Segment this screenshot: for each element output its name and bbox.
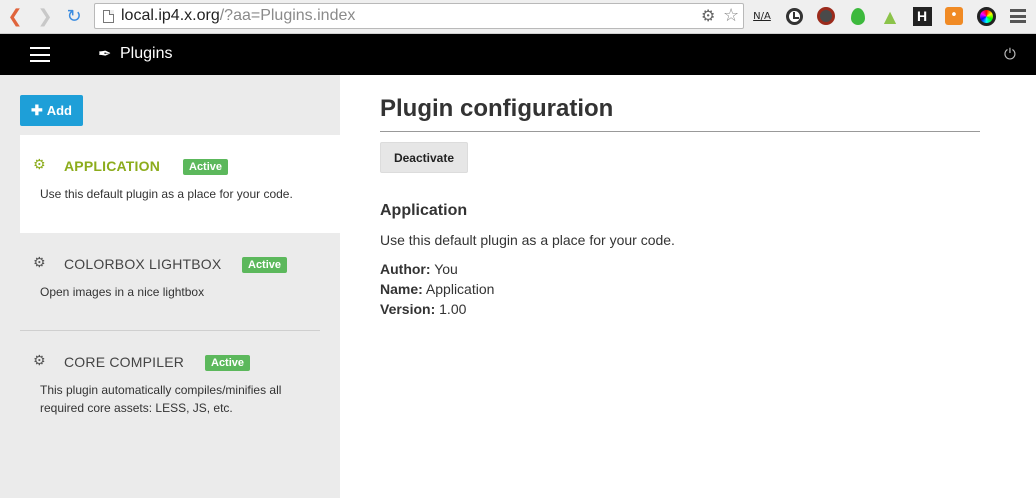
status-badge: Active (183, 159, 229, 175)
name-label: Name: (380, 281, 423, 297)
plugin-description: Open images in a nice lightbox (40, 285, 205, 299)
url-host: local.ip4.x.org (121, 7, 220, 24)
author-label: Author: (380, 261, 431, 277)
browser-toolbar: ❮ ❯ ↻ local.ip4.x.org/?aa=Plugins.index … (0, 0, 1036, 34)
status-badge: Active (242, 257, 288, 273)
plugin-description: Use this default plugin as a place for y… (40, 187, 293, 201)
page-icon (103, 10, 114, 23)
power-icon[interactable]: ⏻ (1004, 45, 1016, 63)
author-row: Author: You (380, 261, 458, 277)
author-value: You (434, 261, 458, 277)
gear-icon: ⚙ (33, 255, 46, 271)
plugin-description-line1: This plugin automatically compiles/minif… (40, 383, 282, 397)
plugin-description-line2: required core assets: LESS, JS, etc. (40, 401, 233, 415)
clock-extension-icon[interactable] (784, 6, 804, 26)
color-picker-extension-icon[interactable] (976, 6, 996, 26)
gear-icon: ⚙ (33, 353, 46, 369)
plugin-item-application[interactable]: ⚙ APPLICATION Active Use this default pl… (20, 135, 340, 233)
browser-menu-icon[interactable] (1008, 6, 1028, 26)
add-button-label: Add (46, 103, 72, 118)
plugin-item-colorbox-lightbox[interactable]: ⚙ COLORBOX LIGHTBOX Active Open images i… (20, 233, 340, 331)
title-divider (380, 131, 980, 132)
plus-icon: ✚ (30, 102, 43, 118)
add-plugin-button[interactable]: ✚ Add (20, 95, 83, 126)
status-badge: Active (205, 355, 251, 371)
url-path: /?aa=Plugins.index (219, 7, 356, 24)
plugin-config-panel: Plugin configuration Deactivate Applicat… (340, 75, 1036, 498)
back-icon[interactable]: ❮ (4, 5, 26, 27)
page-title: Plugin configuration (380, 95, 614, 122)
page-settings-icon[interactable]: ⚙ (701, 6, 715, 25)
plugin-detail-name: Application (380, 202, 468, 219)
gear-icon: ⚙ (33, 157, 46, 173)
version-value: 1.00 (439, 301, 467, 317)
android-extension-icon[interactable]: ▲ (880, 6, 900, 26)
version-label: Version: (380, 301, 436, 317)
na-extension-icon[interactable]: N/A (752, 6, 772, 26)
deactivate-button[interactable]: Deactivate (380, 142, 468, 173)
address-bar[interactable]: local.ip4.x.org/?aa=Plugins.index ⚙ ☆ (94, 3, 744, 29)
plug-icon: ✒ (98, 44, 112, 63)
plugin-detail-description: Use this default plugin as a place for y… (380, 232, 675, 248)
forward-icon[interactable]: ❯ (34, 5, 56, 27)
plugin-name: CORE COMPILER (64, 354, 185, 370)
reload-icon[interactable]: ↻ (63, 5, 85, 27)
leaf-extension-icon[interactable] (848, 6, 868, 26)
name-row: Name: Application (380, 281, 494, 297)
name-value: Application (425, 281, 495, 297)
navbar-title: Plugins (120, 45, 173, 62)
app-navbar: ✒ Plugins ⏻ (0, 34, 1036, 75)
plugin-item-core-compiler[interactable]: ⚙ CORE COMPILER Active This plugin autom… (20, 331, 340, 441)
version-row: Version: 1.00 (380, 301, 466, 317)
url-text[interactable]: local.ip4.x.org/?aa=Plugins.index (121, 7, 355, 25)
plugin-name: APPLICATION (64, 158, 161, 174)
h-extension-icon[interactable]: H (912, 6, 932, 26)
rss-extension-icon[interactable]: • (944, 6, 964, 26)
plugin-sidebar: ✚ Add ⚙ APPLICATION Active Use this defa… (0, 75, 340, 498)
plugin-name: COLORBOX LIGHTBOX (64, 256, 222, 272)
bookmark-star-icon[interactable]: ☆ (723, 5, 739, 26)
hamburger-menu-icon[interactable] (30, 47, 50, 62)
record-extension-icon[interactable] (816, 6, 836, 26)
